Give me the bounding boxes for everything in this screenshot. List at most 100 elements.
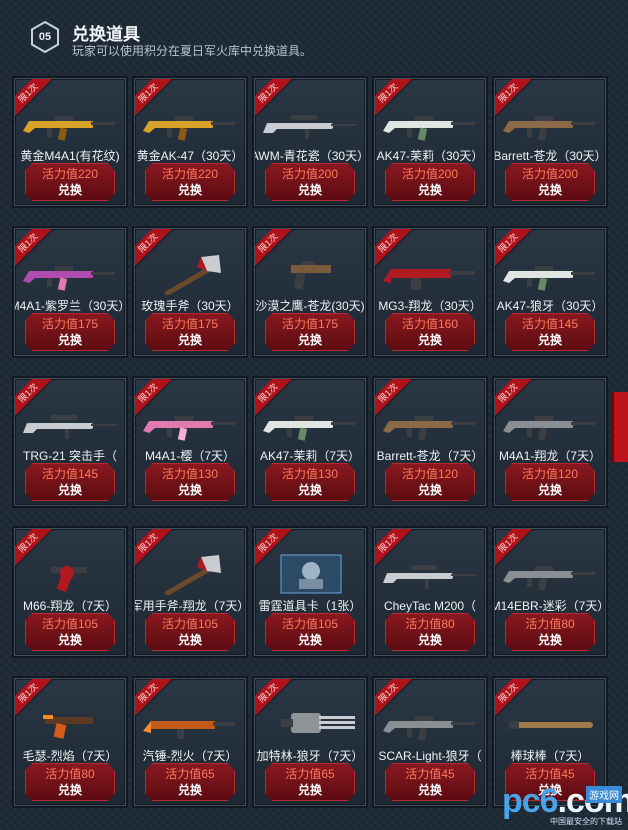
- redeem-button[interactable]: 活力值65 兑换: [265, 763, 355, 801]
- item-card: 限1次 AWM-青花瓷（30天） 活力值200 兑换: [254, 78, 366, 206]
- rifle-icon: [501, 401, 601, 445]
- item-name: TRG-21 突击手（: [22, 449, 117, 463]
- redeem-button[interactable]: 活力值130 兑换: [145, 463, 235, 501]
- item-points: 活力值175: [281, 317, 339, 331]
- item-name: 黄金AK-47（30天）: [136, 149, 244, 163]
- item-card: 限1次 M4A1-紫罗兰（30天） 活力值175 兑换: [14, 228, 126, 356]
- redeem-button-label: 兑换: [417, 633, 442, 647]
- redeem-button-label: 兑换: [177, 333, 202, 347]
- item-card: 限1次 汽锤-烈火（7天） 活力值65 兑换: [134, 678, 246, 806]
- redeem-button[interactable]: 活力值120 兑换: [505, 463, 595, 501]
- watermark: pc6.com 游戏网 中国最安全的下载站: [502, 780, 628, 828]
- ak-rifle-icon: [501, 251, 601, 295]
- axe-icon: [141, 551, 241, 595]
- item-points: 活力值80: [45, 767, 95, 781]
- redeem-button[interactable]: 活力值105 兑换: [25, 613, 115, 651]
- redeem-button[interactable]: 活力值80 兑换: [505, 613, 595, 651]
- item-name: Barrett-苍龙（30天）: [494, 149, 606, 163]
- ak-rifle-icon: [381, 101, 481, 145]
- sniper-rifle-icon: [21, 401, 121, 445]
- item-card: 限1次 TRG-21 突击手（ 活力值145 兑换: [14, 378, 126, 506]
- redeem-button[interactable]: 活力值200 兑换: [265, 163, 355, 201]
- item-name: M14EBR-迷彩（7天）: [494, 599, 606, 613]
- redeem-button[interactable]: 活力值175 兑换: [265, 313, 355, 351]
- item-points: 活力值105: [281, 617, 339, 631]
- redeem-button-label: 兑换: [297, 483, 322, 497]
- redeem-button[interactable]: 活力值80 兑换: [25, 763, 115, 801]
- item-points: 活力值220: [41, 167, 99, 181]
- item-card-icon: [261, 551, 361, 595]
- item-name: M4A1-樱（7天）: [144, 449, 236, 463]
- redeem-button[interactable]: 活力值220 兑换: [145, 163, 235, 201]
- redeem-button-label: 兑换: [177, 183, 202, 197]
- item-name: 军用手斧-翔龙（7天）: [134, 599, 246, 613]
- item-points: 活力值130: [161, 467, 219, 481]
- item-name: AK47-茉莉（30天）: [376, 149, 484, 163]
- item-points: 活力值145: [41, 467, 99, 481]
- item-name: SCAR-Light-狼牙（: [378, 749, 482, 763]
- item-card: 限1次 AK47-茉莉（7天） 活力值130 兑换: [254, 378, 366, 506]
- item-card: 限1次 AK47-狼牙（30天） 活力值145 兑换: [494, 228, 606, 356]
- redeem-button[interactable]: 活力值175 兑换: [25, 313, 115, 351]
- item-points: 活力值160: [401, 317, 459, 331]
- item-name: CheyTac M200（: [383, 599, 477, 613]
- revolver-icon: [21, 551, 121, 595]
- redeem-button[interactable]: 活力值130 兑换: [265, 463, 355, 501]
- item-card: 限1次 沙漠之鹰-苍龙(30天) 活力值175 兑换: [254, 228, 366, 356]
- redeem-button[interactable]: 活力值220 兑换: [25, 163, 115, 201]
- sniper-rifle-icon: [261, 101, 361, 145]
- redeem-button[interactable]: 活力值45 兑换: [385, 763, 475, 801]
- pink-rifle-icon: [141, 401, 241, 445]
- barrett-rifle-icon: [381, 401, 481, 445]
- item-points: 活力值200: [281, 167, 339, 181]
- step-number: 05: [38, 31, 52, 43]
- redeem-button-label: 兑换: [417, 783, 442, 797]
- redeem-button[interactable]: 活力值145 兑换: [25, 463, 115, 501]
- redeem-button[interactable]: 活力值160 兑换: [385, 313, 475, 351]
- item-points: 活力值175: [41, 317, 99, 331]
- redeem-button-label: 兑换: [537, 333, 562, 347]
- redeem-button[interactable]: 活力值120 兑换: [385, 463, 475, 501]
- redeem-button-label: 兑换: [57, 783, 82, 797]
- item-name: 棒球棒（7天）: [510, 749, 590, 763]
- rifle-icon: [501, 551, 601, 595]
- redeem-button-label: 兑换: [537, 183, 562, 197]
- item-card: 限1次 黄金M4A1(有花纹) 活力值220 兑换: [14, 78, 126, 206]
- item-card: 限1次 军用手斧-翔龙（7天） 活力值105 兑换: [134, 528, 246, 656]
- gold-rifle-icon: [21, 101, 121, 145]
- item-card: 限1次 玫瑰手斧（30天） 活力值175 兑换: [134, 228, 246, 356]
- redeem-button-label: 兑换: [297, 633, 322, 647]
- redeem-button-label: 兑换: [177, 483, 202, 497]
- shotgun-icon: [141, 701, 241, 745]
- item-points: 活力值200: [401, 167, 459, 181]
- redeem-button[interactable]: 活力值175 兑换: [145, 313, 235, 351]
- item-name: 黄金M4A1(有花纹): [20, 149, 120, 163]
- redeem-button[interactable]: 活力值65 兑换: [145, 763, 235, 801]
- redeem-button[interactable]: 活力值200 兑换: [385, 163, 475, 201]
- item-points: 活力值145: [521, 317, 579, 331]
- item-name: 沙漠之鹰-苍龙(30天): [255, 299, 365, 313]
- item-name: AWM-青花瓷（30天）: [254, 149, 366, 163]
- item-points: 活力值65: [285, 767, 335, 781]
- section-subtitle: 玩家可以使用积分在夏日军火库中兑换道具。: [72, 44, 313, 58]
- redeem-button[interactable]: 活力值105 兑换: [265, 613, 355, 651]
- rifle-icon: [381, 701, 481, 745]
- item-name: 加特林-狼牙（7天）: [256, 749, 364, 763]
- redeem-button-label: 兑换: [297, 183, 322, 197]
- redeem-button[interactable]: 活力值200 兑换: [505, 163, 595, 201]
- redeem-button-label: 兑换: [57, 483, 82, 497]
- side-tab[interactable]: [612, 392, 628, 462]
- item-name: 玫瑰手斧（30天）: [141, 299, 239, 313]
- item-points: 活力值175: [161, 317, 219, 331]
- item-card: 限1次 CheyTac M200（ 活力值80 兑换: [374, 528, 486, 656]
- item-card: 限1次 AK47-茉莉（30天） 活力值200 兑换: [374, 78, 486, 206]
- redeem-button[interactable]: 活力值80 兑换: [385, 613, 475, 651]
- redeem-button[interactable]: 活力值145 兑换: [505, 313, 595, 351]
- redeem-button-label: 兑换: [57, 633, 82, 647]
- item-points: 活力值130: [281, 467, 339, 481]
- sniper-rifle-icon: [381, 551, 481, 595]
- redeem-button[interactable]: 活力值105 兑换: [145, 613, 235, 651]
- redeem-button-label: 兑换: [537, 483, 562, 497]
- item-name: M66-翔龙（7天）: [22, 599, 117, 613]
- item-card: 限1次 M4A1-翔龙（7天） 活力值120 兑换: [494, 378, 606, 506]
